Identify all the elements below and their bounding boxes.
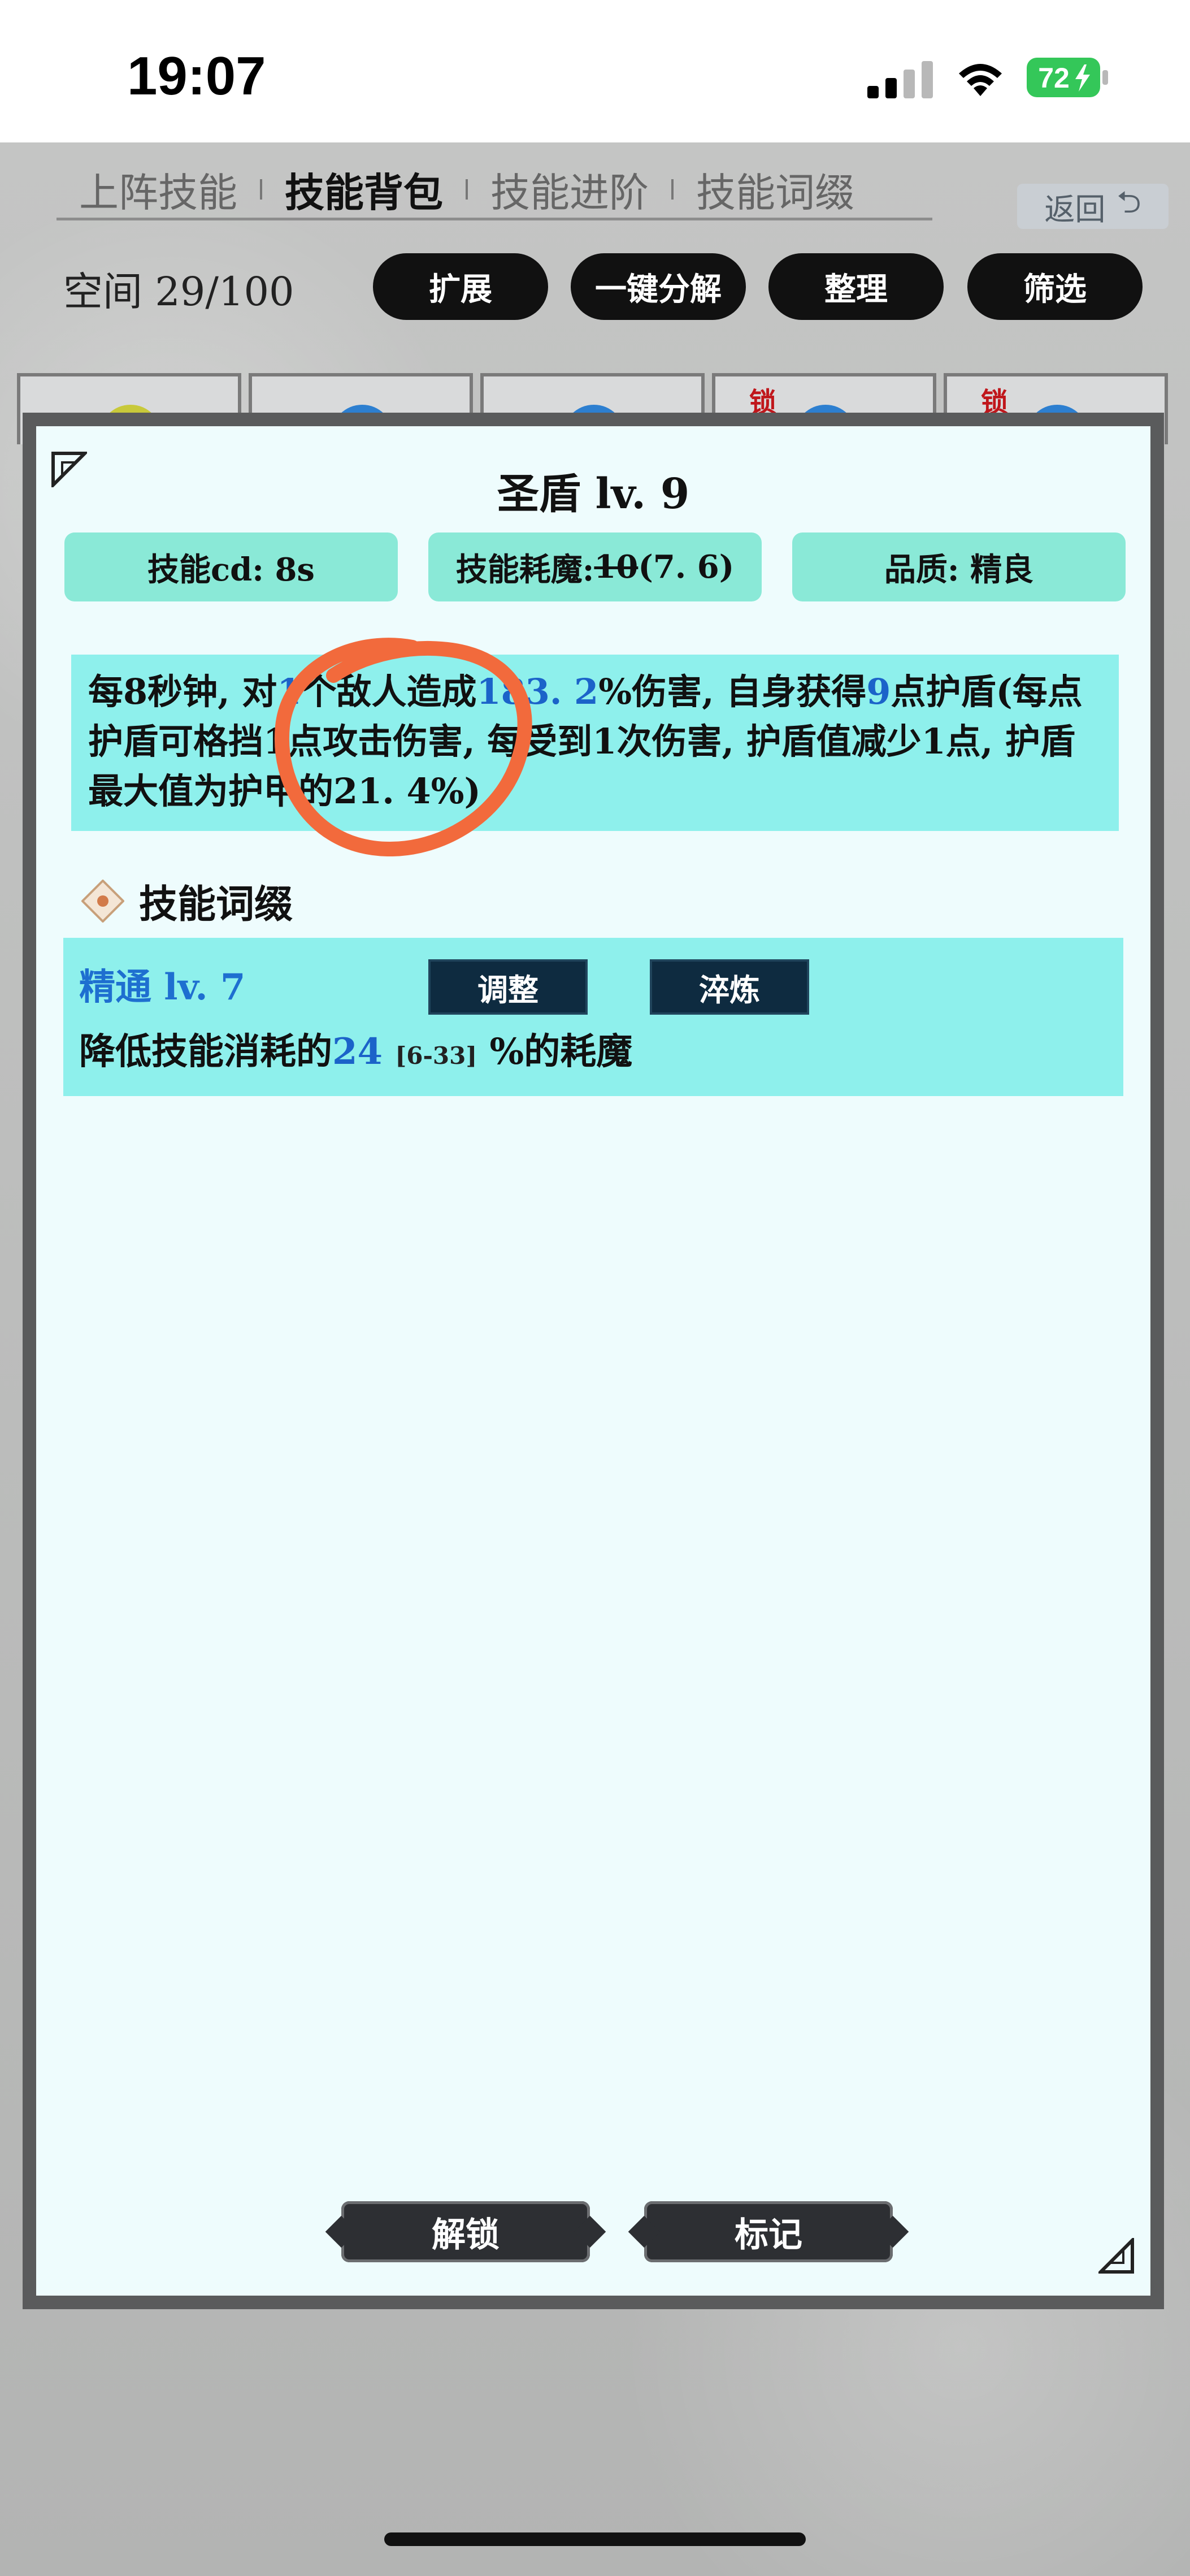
decompose-all-button[interactable]: 一键分解 (571, 253, 746, 320)
affix-section-header: 技能词缀 (81, 873, 293, 929)
desc-text: %伤害, 自身获得 (598, 671, 867, 712)
mana-cost-stat: 技能耗魔: 10 (7. 6) (428, 532, 762, 601)
mana-cost-reduced: (7. 6) (638, 548, 735, 586)
modal-panel: 圣盾 lv. 9 技能cd: 8s 技能耗魔: 10 (7. 6) 品质: 精良… (36, 426, 1150, 2296)
affix-name: 精通 lv. 7 (79, 966, 246, 1008)
back-button[interactable]: 返回 ⮌ (1017, 184, 1169, 229)
return-arrow-icon: ⮌ (1117, 185, 1141, 219)
affix-desc-suffix: %的耗魔 (489, 1031, 633, 1073)
affix-value: 24 (332, 1031, 383, 1073)
status-bar: 19:07 72 (0, 0, 1190, 142)
bag-space-counter: 空间 29/100 (63, 269, 294, 315)
quality-label: 品质: 精良 (884, 551, 1034, 588)
tab-skill-affix[interactable]: 技能词缀 (674, 161, 877, 218)
skill-title: 圣盾 lv. 9 (497, 470, 690, 518)
wifi-icon (959, 64, 1002, 96)
skill-description: 每8秒钟, 对1个敌人造成183. 2%伤害, 自身获得9点护盾(每点护盾可格挡… (71, 655, 1119, 831)
quality-stat: 品质: 精良 (792, 532, 1126, 601)
battery-level: 72 (1038, 62, 1070, 94)
corner-decoration-icon (1098, 2238, 1134, 2274)
status-time: 19:07 (127, 46, 266, 106)
affix-description: 降低技能消耗的24 [6-33] %的耗魔 (79, 1023, 632, 1075)
affix-card: 精通 lv. 7 调整 淬炼 降低技能消耗的24 [6-33] %的耗魔 (63, 938, 1123, 1096)
refine-button[interactable]: 淬炼 (650, 959, 809, 1015)
cooldown-stat: 技能cd: 8s (64, 532, 398, 601)
filter-button[interactable]: 筛选 (967, 253, 1143, 320)
expand-button[interactable]: 扩展 (373, 253, 548, 320)
cooldown-label: 技能cd: 8s (147, 551, 315, 588)
back-label: 返回 (1044, 192, 1106, 227)
cellular-signal-icon (867, 61, 933, 98)
skill-detail-modal: 圣盾 lv. 9 技能cd: 8s 技能耗魔: 10 (7. 6) 品质: 精良… (23, 413, 1164, 2309)
desc-text: 每8秒钟, 对 (88, 671, 277, 712)
mana-cost-label: 技能耗魔: (455, 551, 594, 588)
mana-cost-original: 10 (594, 548, 639, 586)
tab-skill-bag[interactable]: 技能背包 (262, 161, 466, 218)
adjust-button[interactable]: 调整 (428, 959, 588, 1015)
diamond-icon (81, 879, 124, 923)
desc-shield-points: 9 (866, 671, 891, 712)
battery-icon: 72 (1026, 57, 1110, 98)
tab-bar: 上阵技能 技能背包 技能进阶 技能词缀 (57, 161, 877, 218)
affix-range: [6-33] (395, 1042, 477, 1070)
home-indicator (384, 2532, 806, 2546)
tab-skill-advance[interactable]: 技能进阶 (468, 161, 671, 218)
sort-button[interactable]: 整理 (768, 253, 944, 320)
affix-section-title: 技能词缀 (139, 882, 293, 927)
annotation-circle (275, 638, 532, 856)
mark-button[interactable]: 标记 (644, 2201, 893, 2262)
affix-desc-prefix: 降低技能消耗的 (79, 1031, 332, 1073)
tab-active-skills[interactable]: 上阵技能 (57, 161, 260, 218)
tab-underline (57, 218, 932, 220)
unlock-button[interactable]: 解锁 (341, 2201, 590, 2262)
